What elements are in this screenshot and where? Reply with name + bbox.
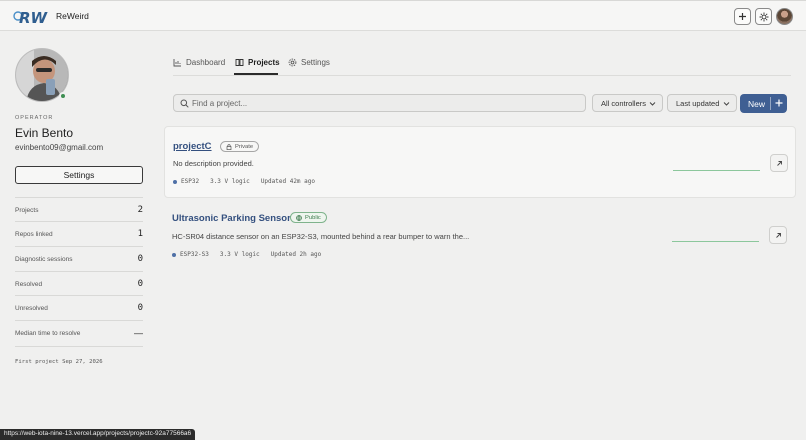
project-meta: ESP32-S3 3.3 V logic Updated 2h ago — [172, 251, 321, 258]
stat-value: 0 — [137, 254, 143, 264]
open-project-button[interactable] — [770, 154, 788, 172]
stat-label: Resolved — [15, 280, 43, 288]
badge-label: Public — [305, 214, 321, 221]
stat-value: 0 — [137, 303, 143, 313]
project-card[interactable]: projectC Private No description provided… — [164, 126, 796, 198]
add-button[interactable] — [734, 8, 751, 25]
search-input[interactable] — [192, 97, 572, 110]
brand-name: ReWeird — [56, 11, 89, 21]
project-name-link[interactable]: Ultrasonic Parking Sensor — [172, 213, 291, 224]
select-value: Last updated — [676, 98, 720, 108]
stat-diagnostic-sessions: Diagnostic sessions 0 — [15, 253, 143, 265]
first-project-date: First project Sep 27, 2026 — [15, 359, 103, 365]
link-status-bar: https://web-iota-nine-13.vercel.app/proj… — [0, 429, 196, 440]
controller-label: ESP32 — [181, 178, 200, 185]
bar-chart-icon — [173, 59, 181, 67]
stat-value: 0 — [137, 279, 143, 289]
updated-label: Updated 2h ago — [270, 251, 322, 258]
user-avatar[interactable] — [776, 8, 793, 25]
activity-sparkline — [673, 170, 760, 171]
divider — [15, 197, 143, 198]
stat-label: Projects — [15, 206, 39, 214]
stat-label: Repos linked — [15, 230, 53, 238]
divider — [15, 221, 143, 222]
divider — [15, 246, 143, 247]
project-name-link[interactable]: projectC — [173, 141, 212, 152]
tab-settings[interactable]: Settings — [288, 52, 330, 73]
project-meta: ESP32 3.3 V logic Updated 42m ago — [173, 178, 315, 185]
controller-dot — [173, 179, 177, 184]
stat-repos-linked: Repos linked 1 — [15, 228, 143, 240]
updated-label: Updated 42m ago — [260, 178, 315, 185]
project-card[interactable]: Ultrasonic Parking Sensor Public HC-SR04… — [164, 200, 796, 272]
logic-label: 3.3 V logic — [210, 178, 250, 185]
gear-icon — [288, 58, 297, 67]
plus-icon[interactable] — [773, 97, 785, 109]
book-icon — [235, 59, 244, 66]
svg-text:RW: RW — [19, 9, 49, 27]
new-label: New — [748, 98, 766, 109]
project-description: No description provided. — [173, 159, 254, 168]
chevron-down-icon — [723, 102, 730, 106]
tab-label: Settings — [301, 58, 330, 67]
divider — [15, 271, 143, 272]
profile-settings-button[interactable]: Settings — [15, 166, 143, 184]
online-status-dot — [59, 92, 67, 100]
project-description: HC-SR04 distance sensor on an ESP32-S3, … — [172, 232, 470, 241]
controller-label: ESP32-S3 — [180, 251, 209, 258]
globe-icon — [296, 214, 302, 221]
divider — [770, 97, 771, 110]
open-project-button[interactable] — [769, 226, 787, 244]
plus-icon — [739, 13, 746, 20]
tab-projects[interactable]: Projects — [235, 52, 280, 73]
tabs-divider — [173, 75, 791, 76]
rw-logo-icon[interactable]: RW — [12, 7, 50, 27]
select-value: All controllers — [601, 98, 647, 108]
logic-label: 3.3 V logic — [219, 251, 260, 258]
stat-label: Unresolved — [15, 304, 48, 312]
sort-select[interactable]: Last updated — [667, 94, 737, 112]
visibility-badge: Public — [290, 212, 327, 223]
divider — [15, 320, 143, 321]
operator-name: Evin Bento — [15, 126, 74, 140]
divider — [15, 346, 143, 347]
chevron-down-icon — [649, 102, 656, 106]
controller-filter-select[interactable]: All controllers — [592, 94, 663, 112]
operator-email: evinbento09@gmail.com — [15, 143, 104, 152]
activity-sparkline — [672, 241, 759, 242]
arrow-up-right-icon — [776, 160, 782, 166]
controller-dot — [172, 252, 176, 257]
stat-value: — — [134, 328, 143, 338]
stat-label: Diagnostic sessions — [15, 255, 73, 263]
sun-icon — [759, 12, 768, 21]
stat-projects: Projects 2 — [15, 204, 143, 216]
divider — [15, 295, 143, 296]
stat-value: 2 — [137, 205, 143, 215]
stat-median-time: Median time to resolve — — [15, 327, 143, 339]
tab-dashboard[interactable]: Dashboard — [173, 52, 225, 73]
theme-toggle-button[interactable] — [755, 8, 772, 25]
tab-label: Projects — [248, 58, 280, 67]
stat-label: Median time to resolve — [15, 329, 81, 337]
new-project-button[interactable]: New — [740, 94, 787, 113]
role-label: OPERATOR — [15, 115, 54, 121]
search-icon — [180, 99, 189, 108]
visibility-badge: Private — [220, 141, 260, 152]
badge-label: Private — [235, 143, 254, 150]
lock-icon — [226, 143, 232, 150]
arrow-up-right-icon — [775, 232, 781, 238]
stat-value: 1 — [137, 229, 143, 239]
stat-resolved: Resolved 0 — [15, 278, 143, 290]
top-bar: RW ReWeird — [0, 0, 806, 31]
search-box[interactable] — [173, 94, 586, 112]
stat-unresolved: Unresolved 0 — [15, 302, 143, 314]
tab-label: Dashboard — [186, 58, 226, 67]
